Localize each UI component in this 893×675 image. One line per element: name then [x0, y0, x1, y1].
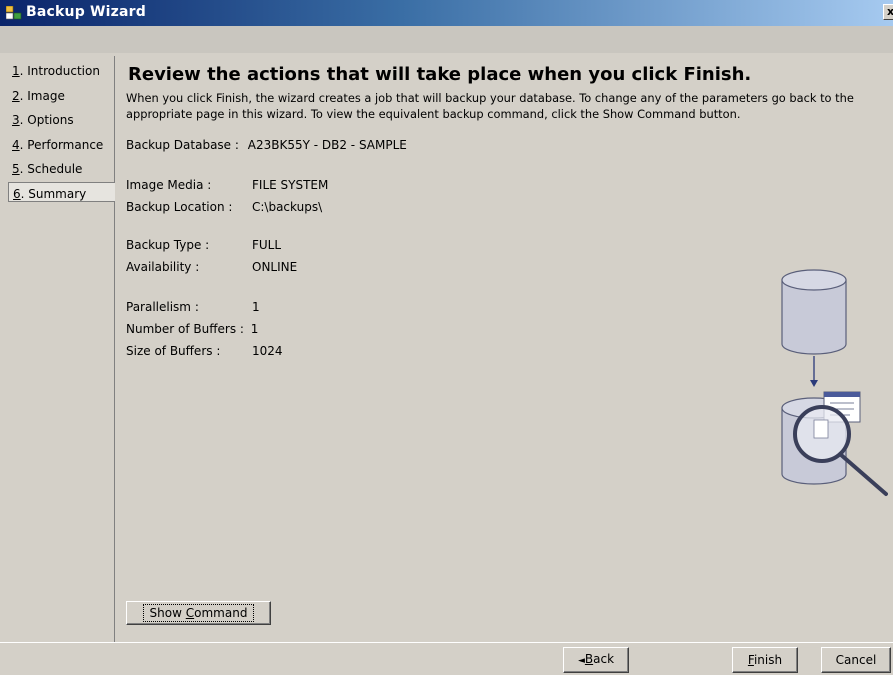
back-label-post: ack: [593, 652, 615, 666]
row-backup-database: Backup Database : A23BK55Y - DB2 - SAMPL…: [126, 138, 407, 152]
label-backup-database: Backup Database :: [126, 138, 239, 152]
backup-database-magnifier-icon: [781, 391, 888, 496]
value-availability: ONLINE: [252, 260, 298, 274]
label-backup-type: Backup Type :: [126, 238, 210, 252]
row-image-media: Image Media : FILE SYSTEM: [126, 178, 328, 192]
row-backup-location: Backup Location : C:\backups\: [126, 200, 322, 214]
step-number: 2: [12, 89, 20, 103]
step-label: . Performance: [19, 138, 104, 152]
label-number-of-buffers: Number of Buffers :: [126, 322, 244, 336]
page-heading: Review the actions that will take place …: [128, 64, 752, 85]
back-arrow-icon: ◄: [577, 656, 585, 666]
step-label: . Options: [19, 113, 74, 127]
title-bar: Backup Wizard x: [0, 0, 893, 26]
nav-step-image[interactable]: 2. Image: [8, 85, 115, 105]
window-title: Backup Wizard: [26, 4, 146, 20]
value-parallelism: 1: [252, 300, 260, 314]
row-parallelism: Parallelism : 1: [126, 300, 260, 314]
wizard-step-nav: 1. Introduction 2. Image 3. Options 4. P…: [8, 56, 115, 642]
finish-label-post: inish: [753, 653, 783, 667]
value-backup-location: C:\backups\: [252, 200, 323, 214]
nav-step-options[interactable]: 3. Options: [8, 109, 115, 129]
arrow-down-icon: [810, 356, 818, 387]
database-backup-illustration: [781, 269, 888, 496]
show-command-mnemonic: C: [185, 606, 195, 620]
row-availability: Availability : ONLINE: [126, 260, 297, 274]
close-button[interactable]: x: [883, 4, 893, 20]
value-number-of-buffers: 1: [250, 322, 259, 336]
step-number: 5: [12, 162, 20, 176]
nav-step-schedule[interactable]: 5. Schedule: [8, 158, 115, 178]
wizard-app-icon: [6, 6, 22, 20]
row-size-of-buffers: Size of Buffers : 1024: [126, 344, 283, 358]
wizard-button-bar: ◄Back Finish Cancel: [0, 642, 893, 675]
label-parallelism: Parallelism :: [126, 300, 199, 314]
label-availability: Availability :: [126, 260, 200, 274]
finish-button[interactable]: Finish: [732, 647, 798, 673]
step-label: . Summary: [20, 187, 87, 201]
cancel-button[interactable]: Cancel: [821, 647, 891, 673]
label-image-media: Image Media :: [126, 178, 212, 192]
step-number: 1: [12, 64, 20, 78]
label-size-of-buffers: Size of Buffers :: [126, 344, 221, 358]
back-button[interactable]: ◄Back: [563, 647, 629, 673]
show-command-button[interactable]: Show Command: [126, 601, 271, 625]
nav-step-introduction[interactable]: 1. Introduction: [8, 60, 115, 80]
value-image-media: FILE SYSTEM: [252, 178, 329, 192]
step-number: 3: [12, 113, 20, 127]
step-label: . Schedule: [19, 162, 83, 176]
nav-step-summary[interactable]: 6. Summary: [8, 182, 115, 202]
show-command-label-pre: Show: [149, 606, 186, 620]
row-backup-type: Backup Type : FULL: [126, 238, 281, 252]
step-number: 4: [12, 138, 20, 152]
step-number: 6: [13, 187, 21, 201]
nav-step-performance[interactable]: 4. Performance: [8, 134, 115, 154]
database-cylinder-icon: [781, 269, 847, 355]
title-sub-bar: [0, 26, 893, 53]
close-icon: x: [887, 5, 893, 18]
value-size-of-buffers: 1024: [252, 344, 283, 358]
page-description: When you click Finish, the wizard create…: [126, 91, 854, 121]
back-mnemonic: B: [584, 652, 594, 666]
show-command-label-post: ommand: [194, 606, 248, 620]
value-backup-type: FULL: [252, 238, 282, 252]
label-backup-location: Backup Location :: [126, 200, 233, 214]
step-label: . Introduction: [19, 64, 100, 78]
row-number-of-buffers: Number of Buffers : 1: [126, 322, 258, 336]
value-backup-database: A23BK55Y - DB2 - SAMPLE: [247, 138, 407, 152]
step-label: . Image: [19, 89, 65, 103]
